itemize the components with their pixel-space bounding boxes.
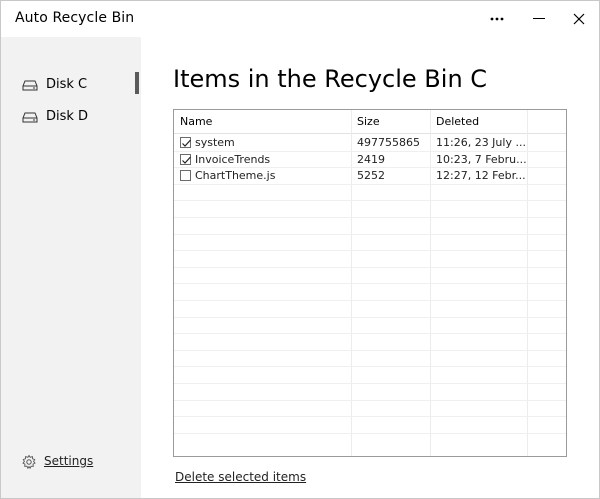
drive-icon (22, 112, 38, 123)
column-header-size[interactable]: Size (351, 110, 380, 134)
delete-selected-button[interactable]: Delete selected items (175, 470, 306, 484)
empty-row (174, 185, 566, 202)
empty-row (174, 351, 566, 368)
empty-row (174, 284, 566, 301)
checkmark-icon (182, 139, 191, 147)
empty-row (174, 301, 566, 318)
empty-row (174, 235, 566, 252)
cell-name: system (195, 136, 235, 149)
empty-row (174, 268, 566, 285)
table-header: Name Size Deleted (174, 110, 566, 134)
more-options-button[interactable] (477, 1, 517, 37)
empty-row (174, 251, 566, 268)
empty-row (174, 401, 566, 418)
table-row[interactable]: ChartTheme.js 5252 12:27, 12 Febr... (174, 168, 566, 185)
drive-icon (22, 80, 38, 91)
empty-row (174, 417, 566, 434)
column-header-deleted[interactable]: Deleted (430, 110, 479, 134)
cell-deleted: 12:27, 12 Febr... (436, 169, 526, 183)
empty-row (174, 384, 566, 401)
cell-size: 2419 (357, 152, 385, 166)
cell-size: 497755865 (357, 136, 420, 149)
sidebar-item-disk-d[interactable]: Disk D (1, 102, 141, 132)
cell-deleted: 11:26, 23 July ... (436, 136, 526, 149)
empty-row (174, 318, 566, 335)
close-button[interactable] (559, 1, 599, 37)
app-window: Auto Recycle Bin Disk C Disk D Settings … (0, 0, 600, 499)
gear-icon (22, 454, 36, 470)
empty-row (174, 201, 566, 218)
minimize-button[interactable] (519, 1, 559, 37)
sidebar-item-label: Disk C (46, 77, 88, 92)
close-icon (573, 13, 585, 25)
active-indicator (135, 72, 139, 94)
row-checkbox[interactable] (180, 137, 191, 148)
page-title: Items in the Recycle Bin C (173, 65, 488, 93)
cell-deleted: 10:23, 7 Febru... (436, 152, 527, 166)
items-table[interactable]: Name Size Deleted system 497755865 11:26… (173, 109, 567, 457)
cell-name: InvoiceTrends (195, 152, 271, 166)
row-checkbox[interactable] (180, 153, 191, 165)
sidebar-item-label: Disk D (46, 109, 89, 124)
minimize-icon (533, 18, 545, 19)
app-title: Auto Recycle Bin (15, 10, 135, 26)
table-row[interactable]: InvoiceTrends 2419 10:23, 7 Febru... (174, 152, 566, 169)
cell-name: ChartTheme.js (195, 169, 276, 183)
more-horizontal-icon (490, 17, 504, 21)
checkmark-icon (182, 156, 191, 164)
empty-row (174, 218, 566, 235)
empty-row (174, 334, 566, 351)
cell-size: 5252 (357, 169, 385, 183)
sidebar-item-disk-c[interactable]: Disk C (1, 70, 141, 100)
title-bar: Auto Recycle Bin (1, 1, 599, 37)
table-row[interactable]: system 497755865 11:26, 23 July ... (174, 135, 566, 152)
row-checkbox[interactable] (180, 170, 191, 182)
empty-row (174, 367, 566, 384)
settings-label: Settings (44, 454, 94, 468)
sidebar: Disk C Disk D Settings (1, 37, 141, 498)
column-header-name[interactable]: Name (174, 110, 212, 134)
table-body: system 497755865 11:26, 23 July ... Invo… (174, 135, 566, 434)
